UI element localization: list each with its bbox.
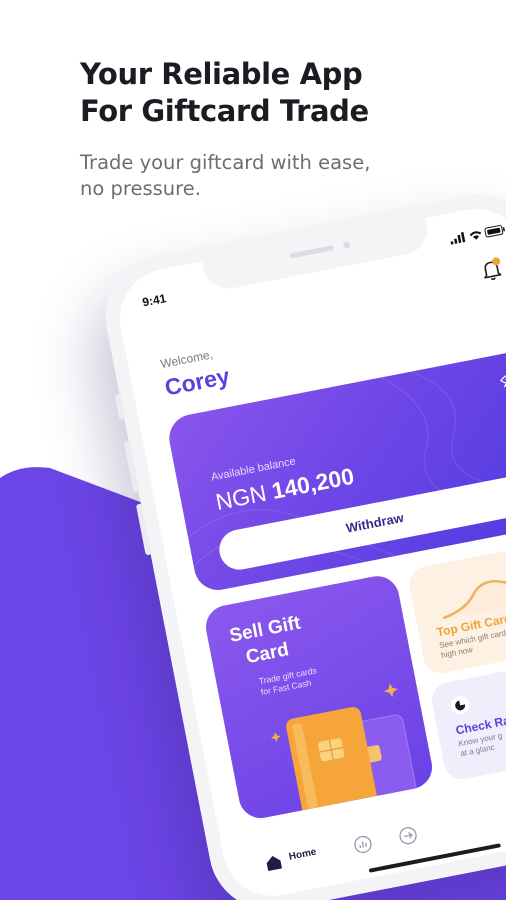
home-indicator <box>368 843 501 873</box>
phone-mockup: 9:41 Welcome, Corey Available balance NG… <box>95 184 506 900</box>
battery-icon <box>484 225 505 238</box>
phone-notch <box>201 218 432 293</box>
phone-screen: 9:41 Welcome, Corey Available balance NG… <box>111 200 506 900</box>
wallet-icon[interactable] <box>398 825 419 846</box>
phone-mockup-wrapper: 9:41 Welcome, Corey Available balance NG… <box>0 0 506 900</box>
sell-card-description: Trade gift cards for Fast Cash <box>258 665 320 698</box>
check-rates-tile[interactable]: Check Ra Know your g at a glanc <box>428 654 506 783</box>
phone-side-button-silent <box>114 393 126 421</box>
phone-side-button-volume-up <box>123 440 140 493</box>
home-icon <box>266 855 282 872</box>
phone-side-button-volume-down <box>135 503 152 556</box>
stats-icon[interactable] <box>352 834 373 855</box>
sell-gift-card-tile[interactable]: Sell Gift Card Trade gift cards for Fast… <box>202 572 436 822</box>
gift-cards-illustration <box>270 683 418 815</box>
tab-home[interactable]: Home <box>264 847 317 875</box>
notch-camera <box>342 240 351 250</box>
status-time: 9:41 <box>141 291 168 310</box>
status-icons <box>450 225 505 245</box>
top-gift-cards-tile[interactable]: Top Gift Cards See which gift cards are … <box>406 538 506 677</box>
pie-chart-icon <box>451 696 470 715</box>
signal-icon <box>450 232 466 245</box>
tab-home-label: Home <box>287 846 318 863</box>
notch-speaker <box>289 245 334 259</box>
notification-dot <box>492 257 501 266</box>
bell-icon[interactable] <box>476 254 506 284</box>
sell-card-title: Sell Gift Card <box>228 612 308 673</box>
wifi-icon <box>469 231 482 240</box>
